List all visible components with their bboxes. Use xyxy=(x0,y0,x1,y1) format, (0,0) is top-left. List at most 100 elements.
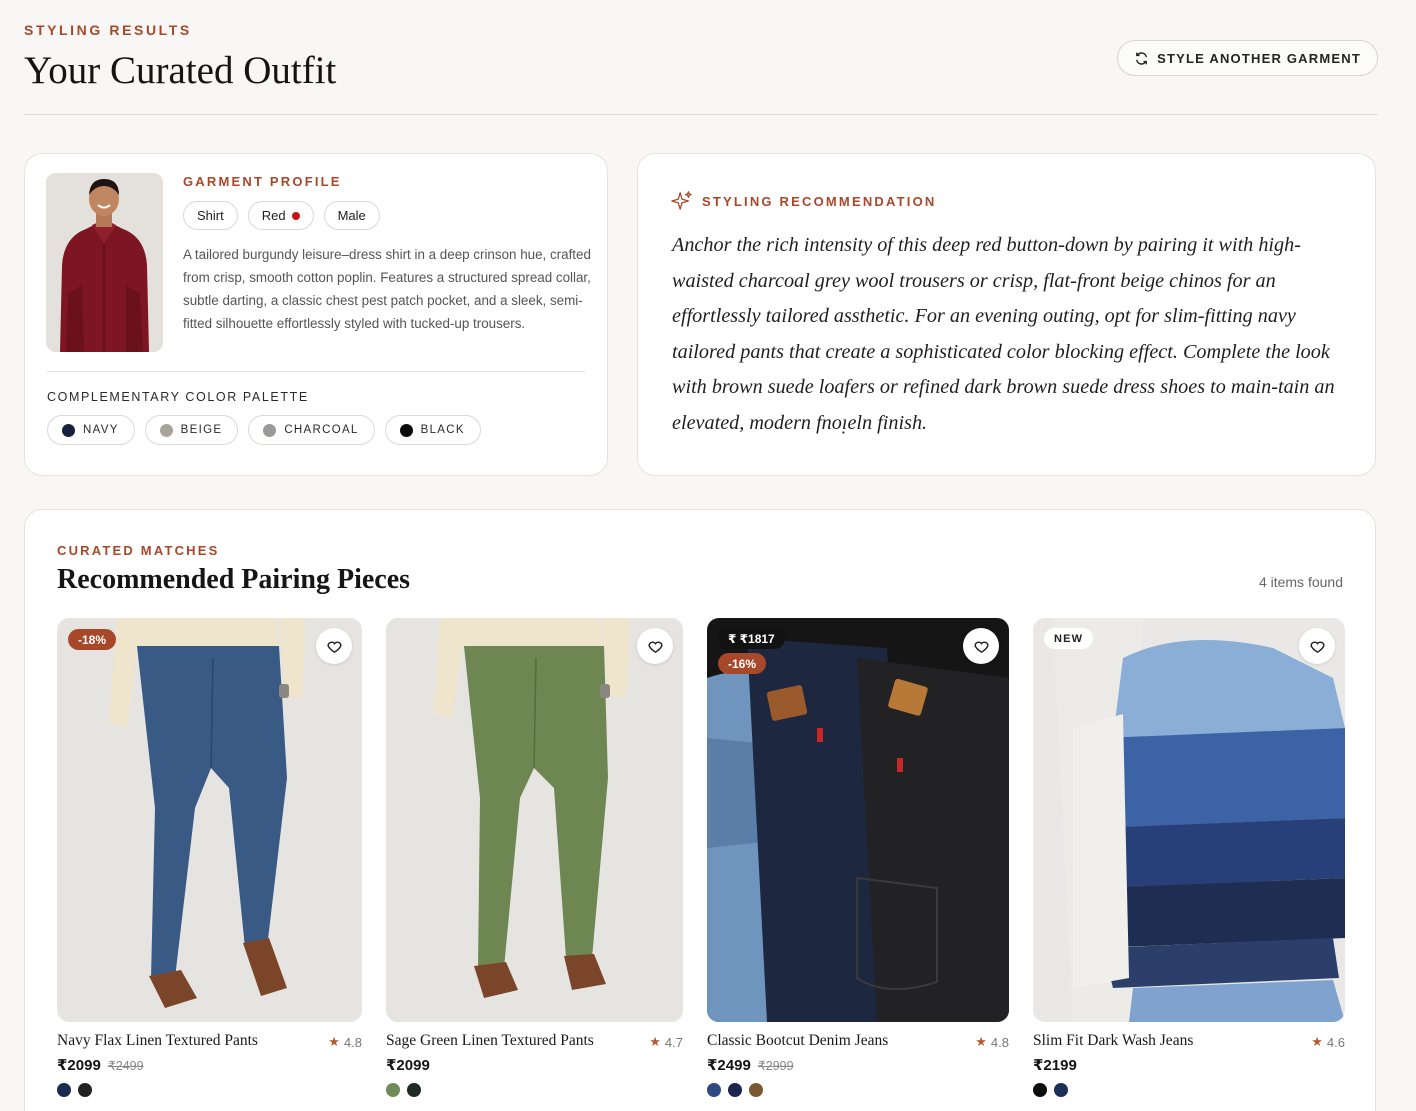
wishlist-button[interactable] xyxy=(1299,628,1335,664)
new-badge: NEW xyxy=(1044,628,1094,649)
palette-label: COMPLEMENTARY COLOR PALETTE xyxy=(47,390,309,404)
star-icon: ★ xyxy=(328,1034,340,1049)
garment-tags: Shirt Red Male xyxy=(183,201,593,230)
color-options xyxy=(57,1083,362,1097)
product-rating: ★ 4.6 xyxy=(1311,1034,1345,1050)
color-option-dot[interactable] xyxy=(78,1083,92,1097)
price-row: ₹2099 ₹2499 xyxy=(57,1056,362,1074)
tag-color-label: Red xyxy=(261,208,286,223)
page-header: STYLING RESULTS Your Curated Outfit STYL… xyxy=(24,22,1378,93)
wishlist-button[interactable] xyxy=(963,628,999,664)
color-option-dot[interactable] xyxy=(749,1083,763,1097)
palette-navy[interactable]: NAVY xyxy=(47,415,135,445)
product-rating: ★ 4.8 xyxy=(328,1034,362,1050)
red-dot-icon xyxy=(291,211,300,220)
items-count: 4 items found xyxy=(1258,574,1343,590)
color-option-dot[interactable] xyxy=(1033,1083,1047,1097)
color-option-dot[interactable] xyxy=(1054,1083,1068,1097)
discount-badge: -16% xyxy=(718,653,767,674)
color-options xyxy=(386,1083,683,1097)
price-row: ₹2199 xyxy=(1033,1056,1345,1074)
product-name: Classic Bootcut Denim Jeans xyxy=(707,1032,889,1049)
product-card[interactable]: NEW Slim Fit Dark Wash Jeans ★ 4.6 ₹2199 xyxy=(1033,618,1345,1097)
price-row: ₹2099 xyxy=(386,1056,683,1074)
palette-black[interactable]: BLACK xyxy=(384,415,481,445)
product-card[interactable]: Sage Green Linen Textured Pants ★ 4.7 ₹20… xyxy=(386,618,683,1097)
color-option-dot[interactable] xyxy=(728,1083,742,1097)
wishlist-button[interactable] xyxy=(316,628,352,664)
tag-gender: Male xyxy=(323,201,380,230)
matches-header: CURATED MATCHES Recommended Pairing Piec… xyxy=(57,543,410,596)
color-option-dot[interactable] xyxy=(57,1083,71,1097)
style-another-garment-button[interactable]: STYLE ANOTHER GARMENT xyxy=(1117,40,1378,76)
palette-navy-label: NAVY xyxy=(83,424,119,436)
product-meta: Classic Bootcut Denim Jeans ★ 4.8 ₹2499 ₹… xyxy=(707,1032,1009,1097)
product-name: Sage Green Linen Textured Pants xyxy=(386,1032,594,1049)
product-card[interactable]: ₹ ₹1817 -16% Classic Bootcut Denim Jeans… xyxy=(707,618,1009,1097)
rating-value: 4.8 xyxy=(343,1034,362,1050)
heart-icon xyxy=(973,641,989,653)
recommendation-text: Anchor the rich intensity of this deep r… xyxy=(672,234,1335,434)
product-image[interactable]: ₹ ₹1817 -16% xyxy=(707,618,1009,1022)
rating-value: 4.7 xyxy=(664,1034,683,1050)
color-option-dot[interactable] xyxy=(407,1083,421,1097)
sparkle-icon xyxy=(671,191,692,210)
tag-type: Shirt xyxy=(183,201,238,230)
product-price: ₹2199 xyxy=(1033,1057,1077,1074)
color-option-dot[interactable] xyxy=(386,1083,400,1097)
star-icon: ★ xyxy=(649,1034,661,1049)
matches-eyebrow: CURATED MATCHES xyxy=(57,543,220,558)
product-meta: Slim Fit Dark Wash Jeans ★ 4.6 ₹2199 xyxy=(1033,1032,1345,1097)
price-row: ₹2499 ₹2999 xyxy=(707,1056,1009,1074)
product-old-price: ₹2499 xyxy=(107,1059,144,1073)
garment-profile-card: GARMENT PROFILE Shirt Red Male A tailore… xyxy=(24,153,608,476)
color-options xyxy=(707,1083,1009,1097)
refresh-icon xyxy=(1136,51,1148,65)
product-image[interactable] xyxy=(386,618,683,1022)
color-option-dot[interactable] xyxy=(707,1083,721,1097)
beige-swatch-dot xyxy=(159,423,173,437)
heart-icon xyxy=(326,641,342,653)
product-rating: ★ 4.7 xyxy=(649,1034,683,1050)
product-price: ₹2099 xyxy=(57,1057,101,1074)
product-image[interactable]: NEW xyxy=(1033,618,1345,1022)
page-eyebrow: STYLING RESULTS xyxy=(24,22,192,38)
product-rating: ★ 4.8 xyxy=(975,1034,1009,1050)
header-divider xyxy=(24,114,1378,115)
tag-type-label: Shirt xyxy=(197,208,224,223)
recommendation-eyebrow: STYLING RECOMMENDATION xyxy=(702,193,937,209)
garment-photo xyxy=(46,173,163,352)
discount-badge: -18% xyxy=(68,629,117,650)
star-icon: ★ xyxy=(1311,1034,1323,1049)
palette-beige-label: BEIGE xyxy=(180,424,223,436)
wishlist-button[interactable] xyxy=(637,628,673,664)
tag-color: Red xyxy=(247,201,314,230)
rating-value: 4.8 xyxy=(990,1034,1009,1050)
garment-info: GARMENT PROFILE Shirt Red Male A tailore… xyxy=(183,174,593,335)
style-another-garment-label: STYLE ANOTHER GARMENT xyxy=(1157,50,1361,66)
product-price: ₹2099 xyxy=(386,1057,430,1074)
palette-charcoal[interactable]: CHARCOAL xyxy=(248,415,375,445)
palette-beige[interactable]: BEIGE xyxy=(144,415,239,445)
product-name: Navy Flax Linen Textured Pants xyxy=(57,1032,258,1049)
sale-price-badge: ₹ ₹1817 xyxy=(718,628,785,649)
product-meta: Navy Flax Linen Textured Pants ★ 4.8 ₹209… xyxy=(57,1032,362,1097)
palette-black-label: BLACK xyxy=(420,424,465,436)
tag-gender-label: Male xyxy=(337,208,366,223)
product-card[interactable]: -18% Navy Flax Linen Textured Pants ★ 4.8… xyxy=(57,618,362,1097)
profile-divider xyxy=(47,371,585,372)
palette-charcoal-label: CHARCOAL xyxy=(284,424,359,436)
black-swatch-dot xyxy=(399,423,413,437)
garment-description: A tailored burgundy leisure–dress shirt … xyxy=(183,247,591,331)
color-options xyxy=(1033,1083,1345,1097)
matches-title: Recommended Pairing Pieces xyxy=(57,564,411,595)
product-old-price: ₹2999 xyxy=(757,1059,794,1073)
product-image[interactable]: -18% xyxy=(57,618,362,1022)
product-price: ₹2499 xyxy=(707,1057,751,1074)
heart-icon xyxy=(647,641,663,653)
curated-matches-card: CURATED MATCHES Recommended Pairing Piec… xyxy=(24,509,1376,1111)
recommendation-header: STYLING RECOMMENDATION xyxy=(671,190,937,212)
charcoal-swatch-dot xyxy=(263,423,277,437)
color-palette: NAVY BEIGE CHARCOAL BLACK xyxy=(47,415,481,445)
product-name: Slim Fit Dark Wash Jeans xyxy=(1033,1032,1194,1049)
